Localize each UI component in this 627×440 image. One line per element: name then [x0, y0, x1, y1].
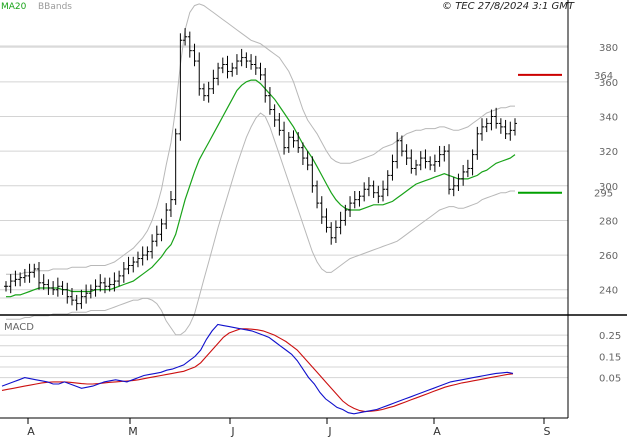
legend-bbands: BBands [38, 2, 72, 12]
legend-ma20: MA20 [1, 2, 27, 12]
macd-tick-label: 0.15 [599, 352, 621, 363]
price-tick-label: 340 [599, 112, 618, 123]
macd-tick-label: 0.25 [599, 331, 621, 342]
macd-tick-label: 0.05 [599, 374, 621, 385]
macd-label: MACD [4, 322, 34, 333]
copyright-text: © TEC 27/8/2024 3:1 GMT [442, 1, 575, 12]
price-tick-label: 280 [599, 216, 618, 227]
price-tick-label: 320 [599, 147, 618, 158]
x-tick-label: A [27, 425, 35, 438]
x-tick-label: A [433, 425, 441, 438]
price-tick-label: 240 [599, 286, 618, 297]
x-tick-label: S [544, 425, 551, 438]
price-tick-label: 260 [599, 251, 618, 262]
stock-chart: 364295 2402602803003203403603800.250.150… [0, 0, 627, 440]
price-tick-label: 360 [599, 78, 618, 89]
x-tick-label: J [327, 425, 331, 438]
x-tick-label: J [230, 425, 234, 438]
x-tick-label: M [128, 425, 138, 438]
price-tick-label: 380 [599, 43, 618, 54]
price-tick-label: 300 [599, 182, 618, 193]
